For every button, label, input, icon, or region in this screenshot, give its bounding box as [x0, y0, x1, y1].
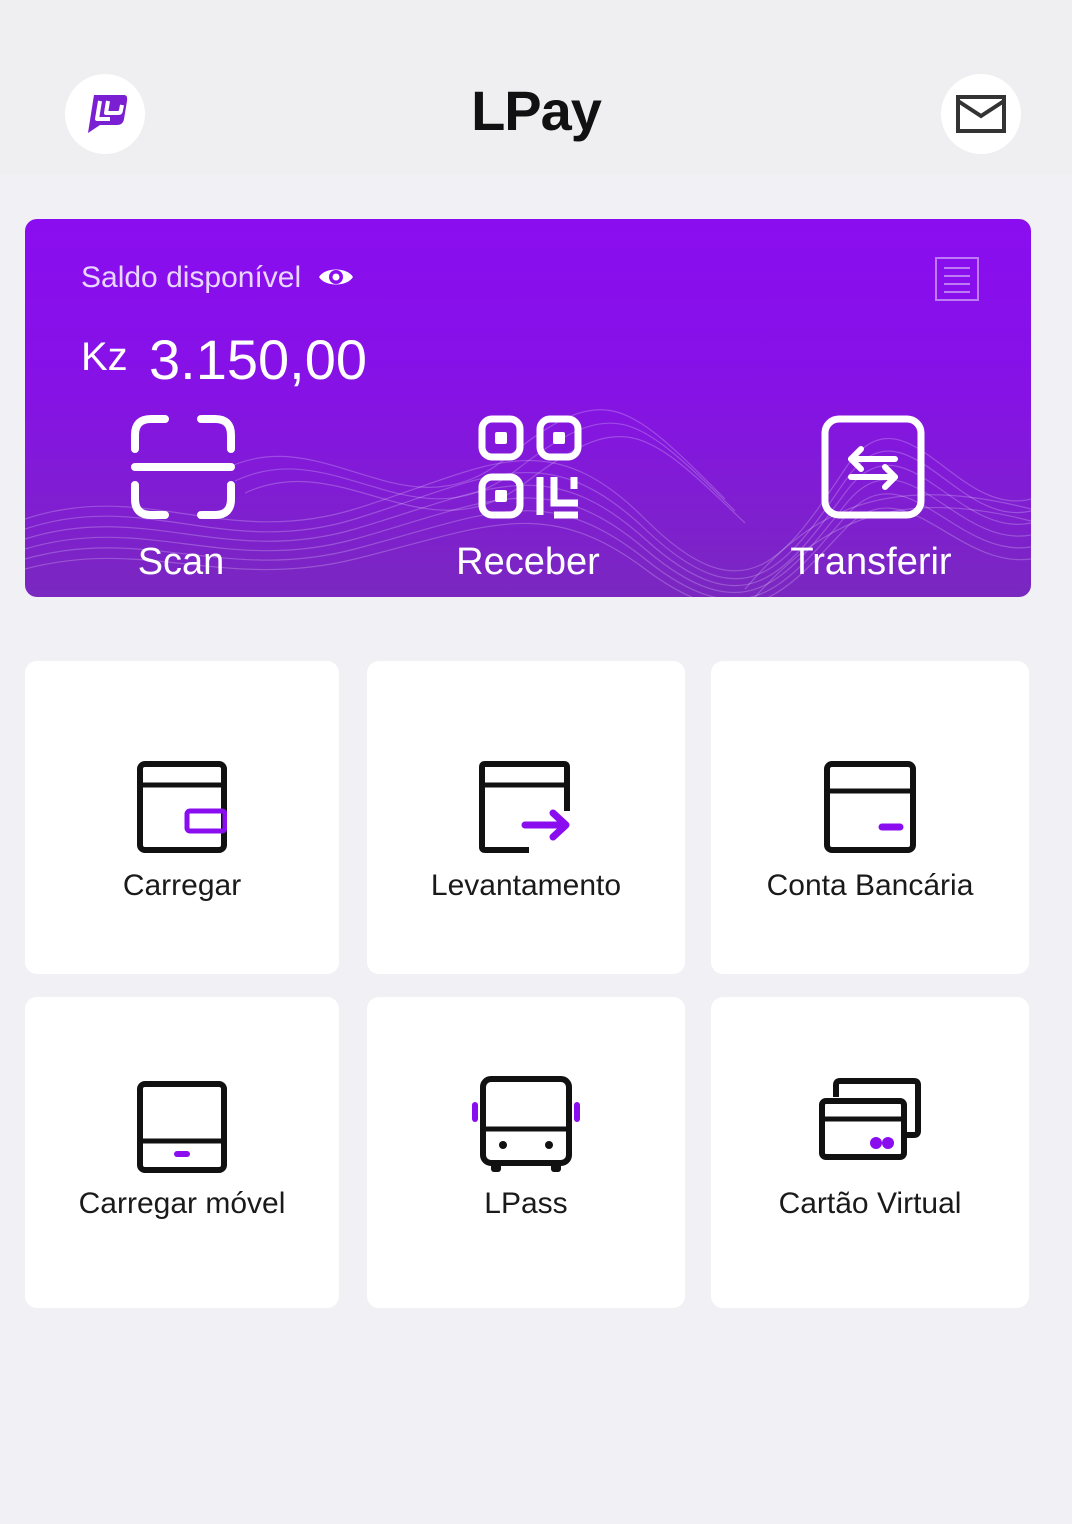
balance-label: Saldo disponível — [81, 261, 302, 294]
bus-icon — [472, 1076, 580, 1172]
tile-label: Levantamento — [430, 869, 622, 902]
tile-carregar-movel[interactable]: Carregar móvel — [25, 997, 339, 1308]
transfer-button[interactable]: Transferir — [751, 415, 991, 585]
virtual-card-icon — [819, 1078, 921, 1160]
qr-code-icon — [478, 415, 582, 519]
scan-button[interactable]: Scan — [61, 415, 301, 585]
wallet-icon — [137, 761, 227, 853]
balance-amount: 3.150,00 — [149, 328, 367, 391]
tile-conta-bancaria[interactable]: Conta Bancária — [711, 661, 1029, 974]
messages-button[interactable] — [941, 74, 1021, 154]
mail-icon — [956, 95, 1006, 133]
receive-button[interactable]: Receber — [408, 415, 648, 585]
app-title: LPay — [471, 79, 602, 142]
scan-label: Scan — [137, 541, 225, 583]
scan-icon — [131, 415, 235, 519]
mobile-topup-icon — [137, 1081, 227, 1173]
transfer-icon — [821, 415, 925, 519]
tile-carregar[interactable]: Carregar — [25, 661, 339, 974]
withdraw-icon — [479, 761, 570, 853]
receive-label: Receber — [456, 541, 600, 583]
bank-account-icon — [824, 761, 916, 853]
statement-button[interactable] — [933, 255, 981, 308]
receipt-icon — [935, 257, 979, 301]
transfer-label: Transferir — [790, 541, 952, 583]
balance-card: Saldo disponível Kz 3.150,00 Scan Recebe… — [25, 219, 1031, 597]
tile-label: Carregar móvel — [78, 1187, 286, 1220]
tile-label: Cartão Virtual — [778, 1187, 962, 1220]
tile-lpass[interactable]: LPass — [367, 997, 685, 1308]
tile-cartao-virtual[interactable]: Cartão Virtual — [711, 997, 1029, 1308]
toggle-balance-visibility[interactable] — [317, 263, 355, 296]
tile-label: Conta Bancária — [766, 869, 974, 902]
balance-currency: Kz — [81, 335, 128, 379]
eye-icon — [319, 269, 353, 285]
tile-label: Carregar — [122, 869, 242, 902]
tile-label: LPass — [484, 1187, 568, 1220]
tile-levantamento[interactable]: Levantamento — [367, 661, 685, 974]
top-bar: LPay — [0, 0, 1072, 174]
